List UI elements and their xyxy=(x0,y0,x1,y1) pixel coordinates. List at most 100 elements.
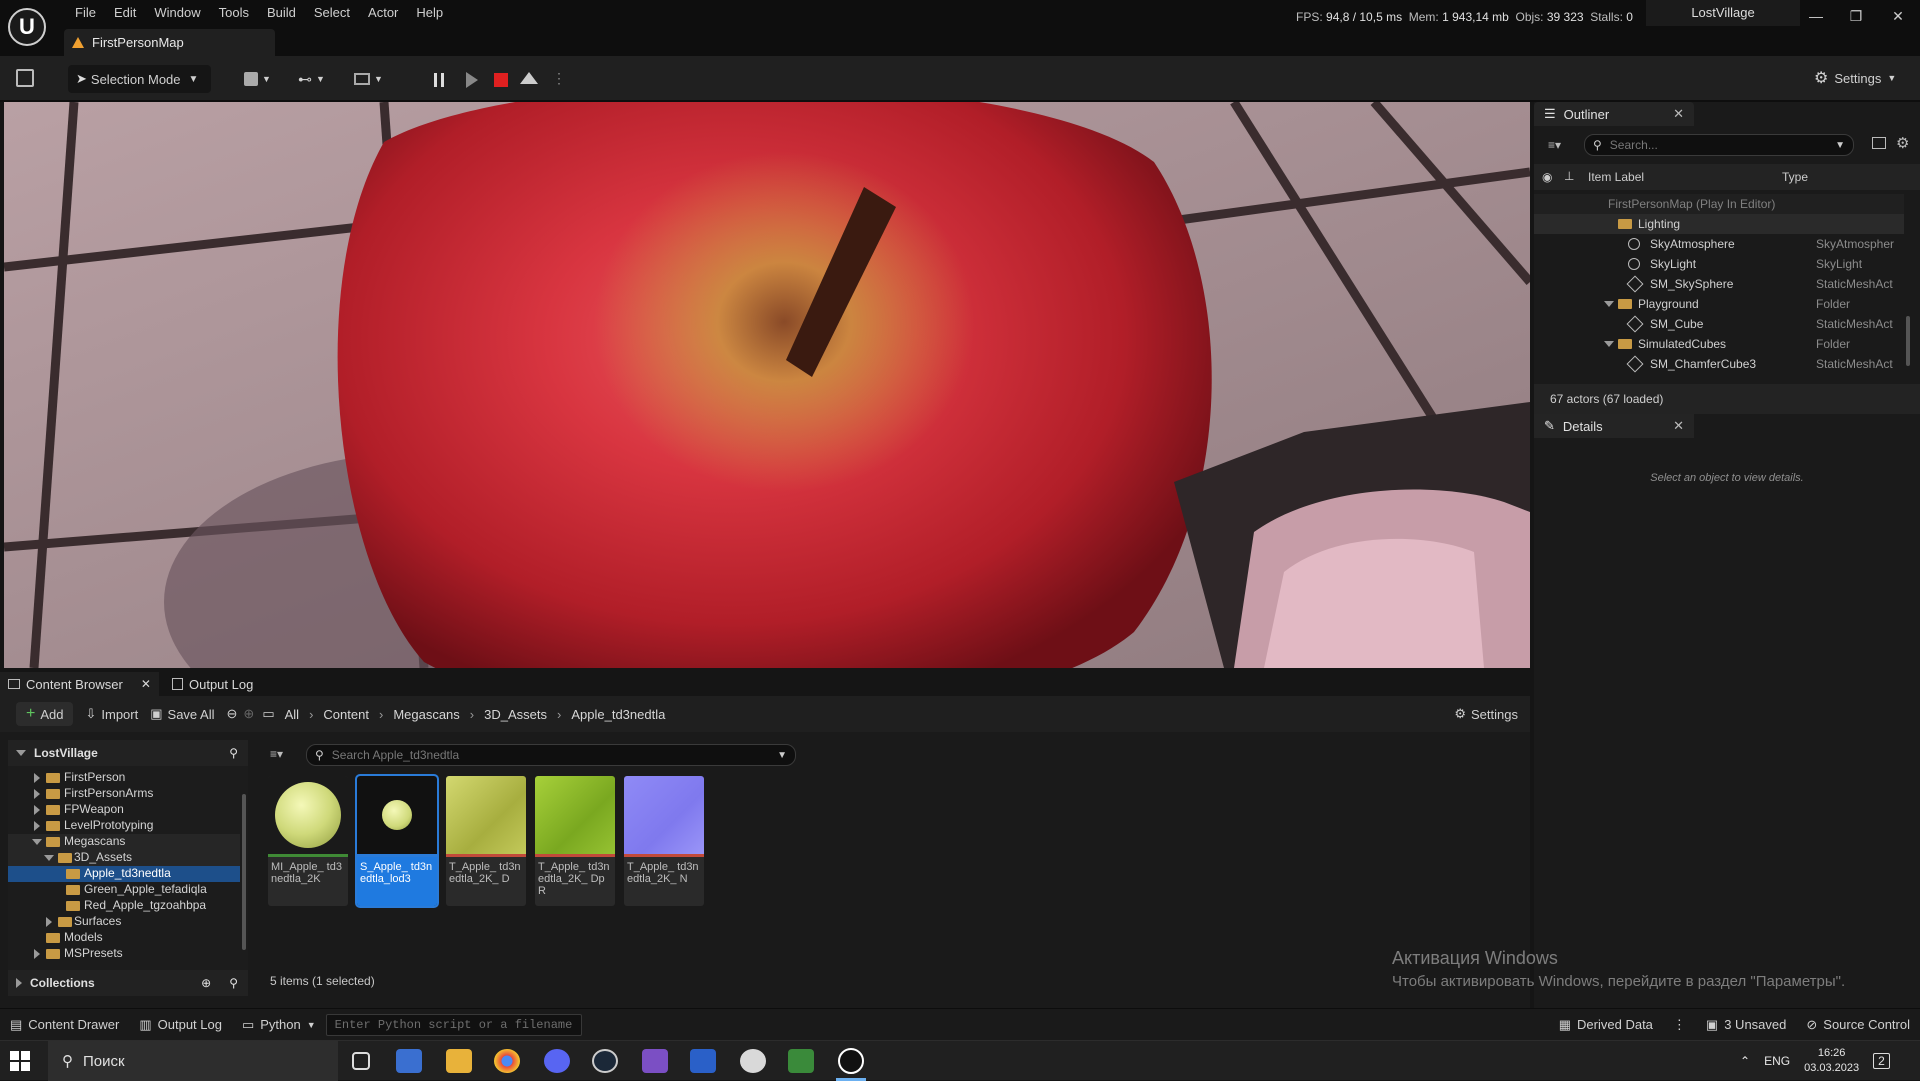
restore-button[interactable]: ❐ xyxy=(1834,0,1878,32)
tree-row-lighting[interactable]: Lighting xyxy=(1534,214,1904,234)
folder-red-apple[interactable]: Red_Apple_tgzoahbpa xyxy=(8,898,240,914)
menu-tools[interactable]: Tools xyxy=(210,2,258,24)
folder-mspresets[interactable]: MSPresets xyxy=(8,946,240,962)
tree-row-sm-cube[interactable]: SM_Cube StaticMeshAct xyxy=(1534,314,1904,334)
breadcrumb-all[interactable]: All xyxy=(285,707,299,722)
folder-3d-assets[interactable]: 3D_Assets xyxy=(8,850,240,866)
search-icon[interactable]: ⚲ xyxy=(229,746,248,760)
file-explorer-icon[interactable] xyxy=(446,1049,472,1073)
tree-row-skyatmosphere[interactable]: SkyAtmosphere SkyAtmospher xyxy=(1534,234,1904,254)
asset-tile[interactable]: MI_Apple_ td3nedtla_2K xyxy=(268,776,348,906)
save-all-button[interactable]: ▣ Save All xyxy=(150,706,214,722)
app-icon-gear[interactable] xyxy=(740,1049,766,1073)
close-icon[interactable]: ✕ xyxy=(1673,418,1694,434)
expand-arrow-icon[interactable] xyxy=(34,805,40,815)
item-label-header[interactable]: Item Label xyxy=(1588,170,1644,184)
content-browser-tab[interactable]: Content Browser ✕ xyxy=(0,672,159,696)
python-dropdown[interactable]: ▭ Python ▼ xyxy=(232,1017,326,1033)
asset-tile[interactable]: T_Apple_ td3nedtla_2K_ D xyxy=(446,776,526,906)
expand-arrow-icon[interactable] xyxy=(16,750,26,756)
expand-arrow-icon[interactable] xyxy=(32,839,42,845)
expand-arrow-icon[interactable] xyxy=(34,949,40,959)
breadcrumb-content[interactable]: Content xyxy=(323,707,369,722)
content-drawer-button[interactable]: ▤ Content Drawer xyxy=(0,1017,129,1033)
gear-icon[interactable]: ⚙ xyxy=(1896,134,1909,152)
unsaved-button[interactable]: ▣ 3 Unsaved xyxy=(1696,1017,1796,1033)
sources-root-header[interactable]: LostVillage ⚲ xyxy=(8,740,248,766)
import-button[interactable]: ⇩ Import xyxy=(85,706,138,722)
app-icon-green[interactable] xyxy=(788,1049,814,1073)
expand-arrow-icon[interactable] xyxy=(34,821,40,831)
menu-select[interactable]: Select xyxy=(305,2,359,24)
more-options-icon[interactable]: ⋮ xyxy=(552,70,566,87)
folder-icon[interactable]: ▭ xyxy=(262,706,274,722)
outliner-scrollbar[interactable] xyxy=(1906,316,1910,366)
tree-row-skylight[interactable]: SkyLight SkyLight xyxy=(1534,254,1904,274)
tree-row-map[interactable]: FirstPersonMap (Play In Editor) xyxy=(1534,194,1904,214)
details-tab[interactable]: ✎ Details ✕ xyxy=(1534,414,1694,438)
tree-row-sm-chamfercube3[interactable]: SM_ChamferCube3 StaticMeshAct xyxy=(1534,354,1904,374)
folder-models[interactable]: Models xyxy=(8,930,240,946)
minimize-button[interactable]: — xyxy=(1794,0,1838,32)
app-icon-editor[interactable] xyxy=(396,1049,422,1073)
close-window-button[interactable]: ✕ xyxy=(1876,0,1920,32)
outliner-tab[interactable]: ☰ Outliner ✕ xyxy=(1534,102,1694,126)
blueprint-button[interactable]: ⊷ ▼ xyxy=(298,65,325,93)
windows-start-icon[interactable] xyxy=(10,1051,30,1071)
cb-settings-button[interactable]: ⚙ Settings xyxy=(1454,706,1518,722)
menu-help[interactable]: Help xyxy=(407,2,452,24)
asset-tile[interactable]: T_Apple_ td3nedtla_2K_ DpR xyxy=(535,776,615,906)
derived-data-button[interactable]: ▦ Derived Data xyxy=(1549,1017,1663,1033)
folder-tree-scrollbar[interactable] xyxy=(242,794,246,950)
close-icon[interactable]: ✕ xyxy=(141,677,151,691)
menu-build[interactable]: Build xyxy=(258,2,305,24)
expand-arrow-icon[interactable] xyxy=(1604,341,1614,347)
visibility-eye-icon[interactable]: ◉ xyxy=(1542,170,1552,184)
type-header[interactable]: Type xyxy=(1782,170,1808,184)
level-tab[interactable]: FirstPersonMap xyxy=(64,29,275,56)
folder-surfaces[interactable]: Surfaces xyxy=(8,914,240,930)
selection-mode-dropdown[interactable]: ➤ Selection Mode ▼ xyxy=(68,65,211,93)
menu-window[interactable]: Window xyxy=(145,2,209,24)
tree-row-simulatedcubes[interactable]: SimulatedCubes Folder xyxy=(1534,334,1904,354)
add-button[interactable]: + Add xyxy=(16,702,74,726)
unreal-logo-icon[interactable]: U xyxy=(8,8,46,46)
filter-icon[interactable]: ≡▾ xyxy=(270,747,283,761)
more-options-icon[interactable]: ⋮ xyxy=(1663,1017,1696,1033)
level-viewport[interactable] xyxy=(4,102,1530,668)
close-icon[interactable]: ✕ xyxy=(1673,106,1694,122)
visual-studio-icon[interactable] xyxy=(642,1049,668,1073)
expand-arrow-icon[interactable] xyxy=(34,789,40,799)
notification-icon[interactable]: 2 xyxy=(1873,1053,1890,1069)
app-icon-blue[interactable] xyxy=(690,1049,716,1073)
menu-edit[interactable]: Edit xyxy=(105,2,145,24)
breadcrumb-3d-assets[interactable]: 3D_Assets xyxy=(484,707,547,722)
output-log-button[interactable]: ▥ Output Log xyxy=(129,1017,232,1033)
expand-arrow-icon[interactable] xyxy=(16,978,22,988)
clock[interactable]: 16:26 03.03.2023 xyxy=(1804,1046,1859,1076)
language-indicator[interactable]: ENG xyxy=(1764,1054,1790,1068)
expand-arrow-icon[interactable] xyxy=(44,855,54,861)
menu-actor[interactable]: Actor xyxy=(359,2,407,24)
expand-arrow-icon[interactable] xyxy=(46,917,52,927)
folder-apple-td3nedtla[interactable]: Apple_td3nedtla xyxy=(8,866,240,882)
tree-row-sm-skysphere[interactable]: SM_SkySphere StaticMeshAct xyxy=(1534,274,1904,294)
tree-row-playground[interactable]: Playground Folder xyxy=(1534,294,1904,314)
add-actor-button[interactable]: ▼ xyxy=(244,65,271,93)
expand-arrow-icon[interactable] xyxy=(1604,301,1614,307)
steam-icon[interactable] xyxy=(592,1049,618,1073)
output-log-tab[interactable]: Output Log xyxy=(164,672,261,696)
source-control-button[interactable]: ⊘ Source Control xyxy=(1796,1017,1920,1033)
folder-levelprototyping[interactable]: LevelPrototyping xyxy=(8,818,240,834)
pause-icon[interactable] xyxy=(434,73,444,87)
task-view-icon[interactable] xyxy=(352,1052,370,1070)
chevron-up-icon[interactable]: ⌃ xyxy=(1740,1054,1750,1068)
filter-icon[interactable]: ≡▾ xyxy=(1548,138,1561,152)
collections-header[interactable]: Collections ⊕ ⚲ xyxy=(8,970,248,996)
folder-firstperson[interactable]: FirstPerson xyxy=(8,770,240,786)
asset-tile-selected[interactable]: S_Apple_ td3nedtla_lod3 xyxy=(355,774,439,908)
save-icon[interactable] xyxy=(16,69,34,87)
add-collection-icon[interactable]: ⊕ xyxy=(201,976,211,990)
expand-arrow-icon[interactable] xyxy=(34,773,40,783)
forward-icon[interactable]: ⊕ xyxy=(243,706,254,722)
